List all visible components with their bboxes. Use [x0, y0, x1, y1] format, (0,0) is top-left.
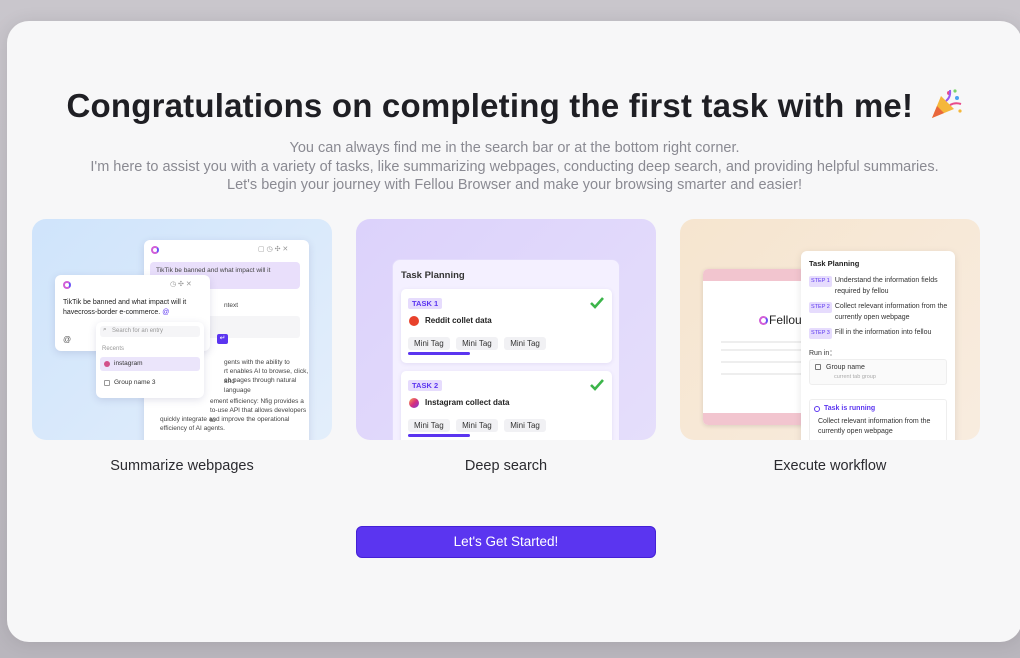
browser-content-line	[721, 349, 811, 351]
step-badge: STEP 2	[809, 302, 832, 313]
panel-title: Task Planning	[809, 259, 860, 268]
workflow-step-1: STEP 1 Understand the information fields …	[809, 276, 949, 297]
step-text: Fill in the information into fellou	[834, 329, 932, 336]
task-progress-bar	[408, 352, 470, 355]
workflow-step-3: STEP 3 Fill in the information into fello…	[809, 328, 949, 340]
fellou-logo-icon	[63, 281, 71, 289]
chat-input-text: TikTik be banned and what impact will it…	[63, 298, 209, 317]
task-progress-bar	[408, 434, 470, 437]
card-label-deep-search: Deep search	[464, 458, 548, 474]
task-tags: Mini Tag Mini Tag Mini Tag	[408, 333, 548, 351]
window-controls: ◷ ✣ ✕	[170, 281, 192, 288]
step-text: Collect relevant information from the cu…	[834, 303, 948, 321]
task-badge: TASK 1	[408, 298, 443, 309]
browser-content-line	[721, 341, 811, 343]
card-deep-search: Task Planning TASK 1 Reddit collet data …	[356, 219, 656, 440]
running-description: Collect relevant information from the cu…	[818, 418, 931, 435]
at-icon: @	[63, 335, 72, 344]
window-controls: ▢ ◷ ✣ ✕	[258, 246, 289, 253]
dropdown-item-instagram: instagram	[100, 357, 200, 371]
workflow-step-2: STEP 2 Collect relevant information from …	[809, 302, 949, 323]
check-icon	[590, 379, 604, 391]
dropdown-item-label: instagram	[114, 360, 143, 367]
at-mention: @	[162, 308, 170, 316]
send-button: ↵	[217, 334, 228, 344]
group-box: Group name current tab group	[809, 359, 947, 385]
step-text: Understand the information fields requir…	[834, 277, 938, 295]
modal-title-text: Congratulations on completing the first …	[66, 87, 914, 124]
card-summarize-webpages: ▢ ◷ ✣ ✕ TikTik be banned and what impact…	[32, 219, 332, 440]
panel-title: Task Planning	[401, 270, 465, 281]
subtitle-line-1: You can always find me in the search bar…	[289, 140, 740, 156]
tag: Mini Tag	[456, 337, 498, 350]
task-tags: Mini Tag Mini Tag Mini Tag	[408, 415, 548, 433]
check-icon	[590, 297, 604, 309]
reddit-icon	[409, 316, 419, 326]
folder-icon	[815, 364, 821, 370]
fellou-logo-icon	[151, 246, 159, 254]
card-label-summarize: Summarize webpages	[110, 458, 254, 474]
instagram-icon	[104, 361, 110, 367]
task-badge: TASK 2	[408, 380, 443, 391]
search-placeholder: Search for an entry	[112, 328, 164, 334]
spinner-icon	[814, 406, 820, 412]
subtitle-line-3: Let's begin your journey with Fellou Bro…	[227, 177, 802, 193]
task-card-2: TASK 2 Instagram collect data Mini Tag M…	[401, 371, 612, 440]
instagram-icon	[409, 398, 419, 408]
running-title: Task is running	[824, 405, 876, 412]
mention-dropdown: ⌕ Search for an entry Recents instagram …	[96, 322, 204, 398]
fellou-logo: Fellou	[759, 313, 802, 327]
context-text: ntext	[224, 302, 239, 309]
dropdown-search: ⌕ Search for an entry	[100, 326, 200, 337]
tag: Mini Tag	[504, 419, 546, 432]
dropdown-item-group: Group name 3	[100, 376, 200, 390]
group-subtext: current tab group	[834, 374, 876, 380]
workflow-task-panel: Task Planning STEP 1 Understand the infor…	[801, 251, 955, 440]
browser-content-line	[721, 361, 811, 363]
logo-text: Fellou	[769, 313, 802, 327]
running-status: Task is running Collect relevant informa…	[809, 399, 947, 440]
task-name: Instagram collect data	[425, 398, 510, 407]
task-card-1: TASK 1 Reddit collet data Mini Tag Mini …	[401, 289, 612, 363]
search-icon: ⌕	[103, 326, 107, 333]
dropdown-item-label: Group name 3	[114, 379, 156, 386]
card-label-execute-workflow: Execute workflow	[773, 458, 887, 474]
body-line: efficiency of AI agents.	[160, 425, 225, 432]
browser-content-line	[721, 373, 811, 375]
folder-icon	[104, 380, 110, 386]
run-in-label: Run in：	[809, 350, 837, 357]
recents-label: Recents	[102, 346, 125, 352]
tag: Mini Tag	[408, 419, 450, 432]
party-popper-icon	[931, 89, 962, 118]
task-planning-panel: Task Planning TASK 1 Reddit collet data …	[392, 259, 620, 440]
step-badge: STEP 3	[809, 328, 832, 339]
fellou-logo-icon	[759, 316, 768, 325]
card-execute-workflow: Fellou Task Planning STEP 1 Understand th…	[680, 219, 980, 440]
tag: Mini Tag	[504, 337, 546, 350]
subtitle-line-2: I'm here to assist you with a variety of…	[90, 158, 939, 175]
body-line: eb pages through natural language	[224, 377, 297, 394]
group-name: Group name	[826, 364, 865, 371]
modal-subtitle: You can always find me in the search bar…	[7, 139, 1020, 195]
get-started-button[interactable]: Let's Get Started!	[356, 526, 656, 558]
modal-title: Congratulations on completing the first …	[7, 87, 1020, 125]
task-name: Reddit collet data	[425, 316, 492, 325]
tag: Mini Tag	[456, 419, 498, 432]
tag: Mini Tag	[408, 337, 450, 350]
step-badge: STEP 1	[809, 276, 832, 287]
